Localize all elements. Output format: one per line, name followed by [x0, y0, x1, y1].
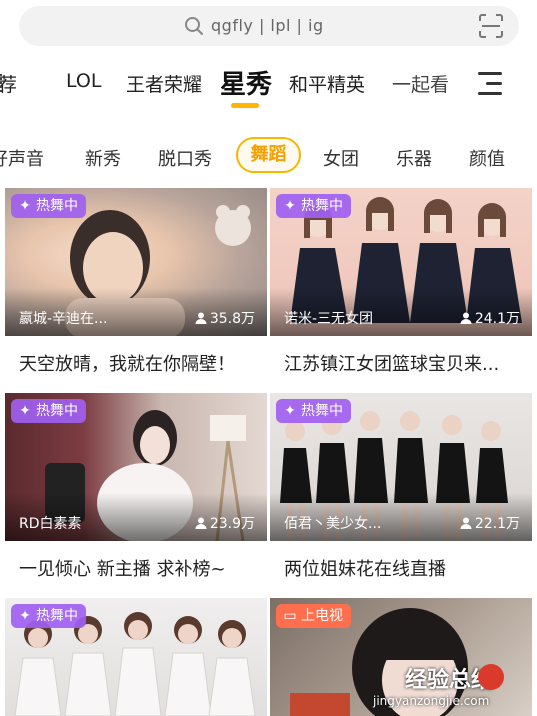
stream-thumbnail[interactable]: ✦ 热舞中 诺米-三无女团 24.1万: [270, 188, 532, 336]
live-badge: ✦ 热舞中: [276, 399, 351, 423]
subtab-looks[interactable]: 颜值: [469, 145, 505, 171]
stream-card[interactable]: ✦ 热舞中: [5, 598, 267, 716]
search-icon: [185, 17, 203, 35]
sparkle-icon: ✦: [284, 403, 296, 419]
watermark-seal: [478, 664, 504, 690]
person-icon: [460, 312, 472, 324]
stream-thumbnail[interactable]: ✦ 热舞中: [5, 598, 267, 716]
viewer-count: 24.1万: [460, 308, 520, 328]
sparkle-icon: ✦: [19, 403, 31, 419]
sparkle-icon: ✦: [19, 608, 31, 624]
search-placeholder: qgfly | lpl | ig: [211, 16, 324, 35]
subtab-instrument[interactable]: 乐器: [396, 145, 432, 171]
viewer-count: 35.8万: [195, 308, 255, 328]
tv-icon: ▭: [283, 608, 297, 624]
viewer-count: 23.9万: [195, 513, 255, 533]
sub-tabs: 好声音 新秀 脱口秀 舞蹈 女团 乐器 颜值: [0, 137, 537, 177]
watermark-url: jingyanzongjie.com: [373, 694, 490, 708]
tab-peace-elite[interactable]: 和平精英: [289, 70, 365, 97]
subtab-girl-group[interactable]: 女团: [323, 145, 359, 171]
stream-title: 江苏镇江女团篮球宝贝来...: [284, 354, 500, 375]
category-tabs: 荐 LOL 王者荣耀 星秀 和平精英 一起看: [0, 60, 537, 108]
stream-thumbnail[interactable]: ✦ 热舞中 嬴城-辛迪在... 35.8万: [5, 188, 267, 336]
sparkle-icon: ✦: [284, 198, 296, 214]
tv-badge: ▭ 上电视: [276, 604, 351, 628]
tab-star-show[interactable]: 星秀: [220, 64, 272, 101]
anchor-name: RD白素素: [19, 516, 82, 532]
stream-title: 两位姐妹花在线直播: [284, 559, 446, 580]
anchor-name: 嬴城-辛迪在...: [19, 311, 108, 327]
viewer-count: 22.1万: [460, 513, 520, 533]
person-icon: [460, 517, 472, 529]
person-icon: [195, 312, 207, 324]
tab-honor-of-kings[interactable]: 王者荣耀: [126, 70, 202, 97]
anchor-name: 佰君丶美少女...: [284, 516, 382, 532]
stream-title: 一见倾心 新主播 求补榜~: [19, 559, 226, 580]
live-badge: ✦ 热舞中: [11, 194, 86, 218]
subtab-dance[interactable]: 舞蹈: [236, 137, 301, 173]
subtab-new-show[interactable]: 新秀: [85, 145, 121, 171]
stream-title: 天空放晴，我就在你隔壁！: [19, 354, 235, 375]
stream-thumbnail[interactable]: ✦ 热舞中 佰君丶美少女... 22.1万: [270, 393, 532, 541]
person-icon: [195, 517, 207, 529]
live-badge: ✦ 热舞中: [276, 194, 351, 218]
stream-thumbnail[interactable]: ✦ 热舞中 RD白素素 23.9万: [5, 393, 267, 541]
live-badge: ✦ 热舞中: [11, 604, 86, 628]
tab-watch-together[interactable]: 一起看: [392, 70, 449, 97]
subtab-good-voice[interactable]: 好声音: [0, 145, 44, 171]
anchor-name: 诺米-三无女团: [284, 311, 374, 327]
tab-lol[interactable]: LOL: [66, 70, 101, 92]
active-tab-indicator: [231, 103, 259, 108]
stream-card[interactable]: ✦ 热舞中 嬴城-辛迪在... 35.8万 天空放晴，我就在你隔壁！: [5, 188, 267, 388]
stream-card[interactable]: ✦ 热舞中 诺米-三无女团 24.1万 江苏镇江女团篮球宝贝来...: [270, 188, 532, 388]
stream-card[interactable]: ✦ 热舞中 佰君丶美少女... 22.1万 两位姐妹花在线直播: [270, 393, 532, 593]
sparkle-icon: ✦: [19, 198, 31, 214]
search-bar[interactable]: qgfly | lpl | ig: [19, 6, 519, 46]
scan-icon[interactable]: [477, 12, 505, 40]
menu-icon[interactable]: [478, 72, 504, 98]
subtab-talk-show[interactable]: 脱口秀: [158, 145, 212, 171]
stream-card[interactable]: ✦ 热舞中 RD白素素 23.9万 一见倾心 新主播 求补榜~: [5, 393, 267, 593]
live-badge: ✦ 热舞中: [11, 399, 86, 423]
scroll-edge-marker: [0, 74, 5, 92]
